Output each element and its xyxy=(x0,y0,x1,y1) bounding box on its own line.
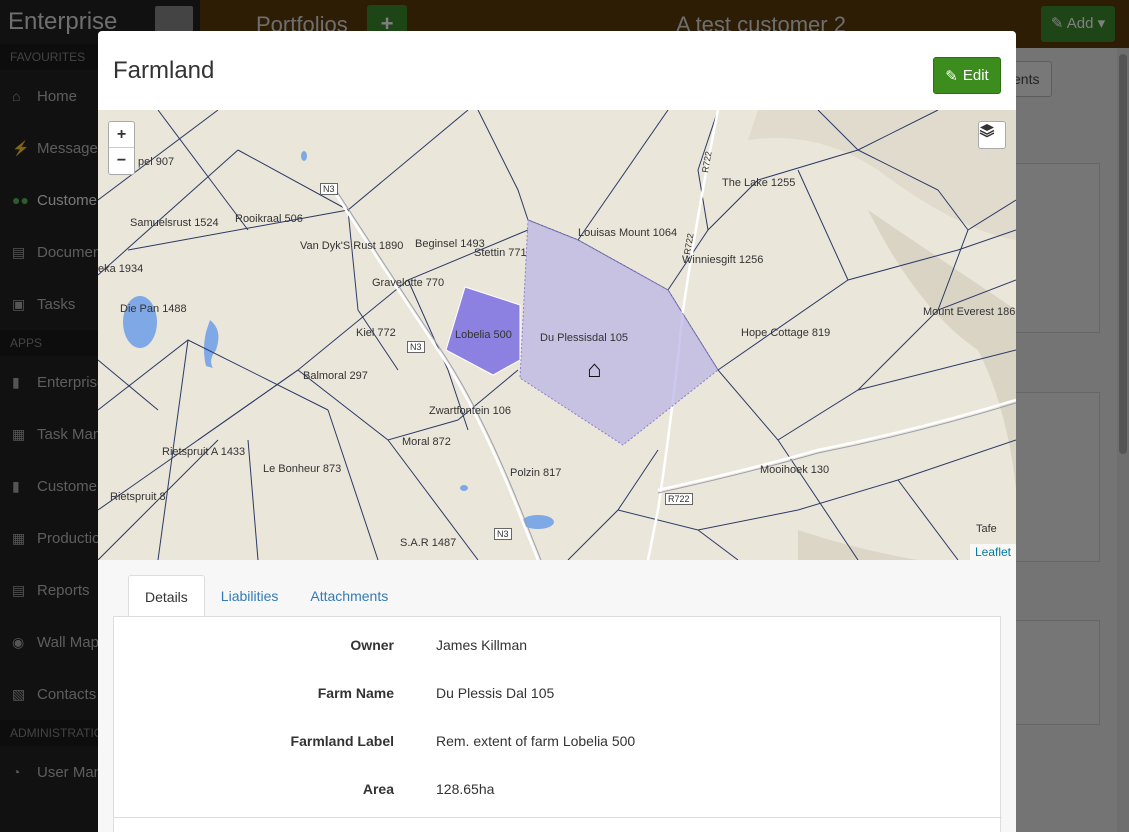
map-label: Gravelotte 770 xyxy=(372,277,445,289)
road-shield: N3 xyxy=(494,528,512,540)
map-label: Balmoral 297 xyxy=(303,370,368,382)
map-label: Zwartfontein 106 xyxy=(429,405,511,417)
modal-header: Farmland ✎ Edit xyxy=(98,31,1016,110)
map-label: Du Plessisdal 105 xyxy=(540,332,629,344)
map-label: Polzin 817 xyxy=(510,467,562,479)
detail-row-owner: Owner James Killman xyxy=(114,631,1002,661)
road-shield: R722 xyxy=(665,493,693,505)
detail-value: James Killman xyxy=(436,637,528,653)
detail-value: 128.65ha xyxy=(436,781,495,797)
map-attribution-link[interactable]: Leaflet xyxy=(969,544,1016,560)
road-shield: N3 xyxy=(320,183,338,195)
map-label: Louisas Mount 1064 xyxy=(578,227,678,239)
map-label: eka 1934 xyxy=(98,263,144,275)
map-label: Stettin 771 xyxy=(474,247,527,259)
layers-icon xyxy=(979,124,995,138)
detail-value: Rem. extent of farm Lobelia 500 xyxy=(436,733,636,749)
map-label: Van Dyk'S Rust 1890 xyxy=(300,240,404,252)
detail-row-area: Area 128.65ha xyxy=(114,775,1002,805)
map-label: Hope Cottage 819 xyxy=(741,327,831,339)
map-label: Mount Everest 186 xyxy=(923,306,1016,318)
map-label: Samuelsrust 1524 xyxy=(130,217,219,229)
map-view[interactable]: Samuelsrust 1524 Rooikraal 506 Van Dyk'S… xyxy=(98,110,1016,560)
map-label: Le Bonheur 873 xyxy=(263,463,342,475)
detail-row-farmland-label: Farmland Label Rem. extent of farm Lobel… xyxy=(114,727,1002,757)
pencil-icon: ✎ xyxy=(945,67,958,85)
farm-marker-icon[interactable]: ⌂ xyxy=(587,356,602,384)
tab-details[interactable]: Details xyxy=(128,575,205,617)
map-label: Rietspruit A 1433 xyxy=(162,446,246,458)
tab-attachments[interactable]: Attachments xyxy=(294,575,404,617)
map-label: Rooikraal 506 xyxy=(235,213,303,225)
map-label: Kiel 772 xyxy=(356,327,396,339)
farmland-modal: Farmland ✎ Edit Samuelsrust 1524 Rooikra… xyxy=(98,31,1016,832)
map-label: Tafe xyxy=(976,523,997,535)
map-label: Die Pan 1488 xyxy=(120,303,187,315)
zoom-control: + − xyxy=(108,121,135,175)
map-label: Mooihoek 130 xyxy=(760,464,830,476)
edit-button-label: Edit xyxy=(962,67,989,84)
map-label: Rietspruit 8 xyxy=(110,491,166,503)
modal-title: Farmland xyxy=(113,57,215,84)
map-label: The Lake 1255 xyxy=(722,177,796,189)
map-label: Moral 872 xyxy=(402,436,451,448)
map-label: S.A.R 1487 xyxy=(400,537,457,549)
detail-row-farm-name: Farm Name Du Plessis Dal 105 xyxy=(114,679,1002,709)
map-label: pel 907 xyxy=(138,156,175,168)
detail-value: Du Plessis Dal 105 xyxy=(436,685,555,701)
layers-button[interactable] xyxy=(978,121,1006,149)
tab-liabilities[interactable]: Liabilities xyxy=(205,575,295,617)
details-panel: Owner James Killman Farm Name Du Plessis… xyxy=(113,616,1002,832)
map-label: Lobelia 500 xyxy=(455,329,512,341)
detail-label: Area xyxy=(362,781,394,797)
detail-label: Farm Name xyxy=(317,685,394,701)
road-shield: N3 xyxy=(407,341,425,353)
detail-label: Farmland Label xyxy=(290,733,394,749)
tab-bar: Details Liabilities Attachments xyxy=(128,575,404,617)
details-section: Details Liabilities Attachments Owner Ja… xyxy=(98,560,1016,832)
divider xyxy=(114,817,1002,818)
map-label: Winniesgift 1256 xyxy=(682,254,764,266)
zoom-in-button[interactable]: + xyxy=(109,122,134,148)
zoom-out-button[interactable]: − xyxy=(109,148,134,174)
edit-button[interactable]: ✎ Edit xyxy=(933,57,1001,94)
detail-label: Owner xyxy=(350,637,394,653)
